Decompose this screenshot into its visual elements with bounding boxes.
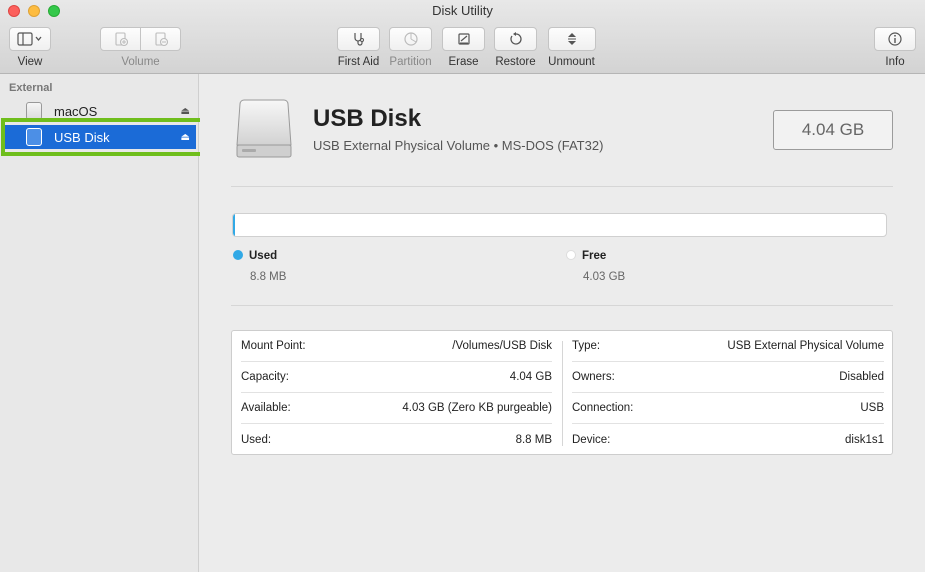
erase-button[interactable] xyxy=(442,27,485,51)
eject-icon[interactable]: ⏏ xyxy=(181,106,190,117)
info-value: USB External Physical Volume xyxy=(727,340,884,352)
sidebar-toggle-icon xyxy=(17,32,42,46)
restore-group: Restore xyxy=(494,27,537,68)
erase-icon xyxy=(457,33,470,45)
info-button[interactable] xyxy=(874,27,916,51)
first-aid-button[interactable] xyxy=(337,27,380,51)
info-column-left: Mount Point: /Volumes/USB Disk Capacity:… xyxy=(241,331,552,455)
stethoscope-icon xyxy=(353,33,364,46)
info-row-used: Used: 8.8 MB xyxy=(241,424,552,455)
info-value: 4.03 GB (Zero KB purgeable) xyxy=(402,402,552,414)
unmount-label: Unmount xyxy=(548,56,595,68)
info-label: Mount Point: xyxy=(241,340,306,352)
used-dot-icon xyxy=(233,250,243,260)
info-row-mount-point: Mount Point: /Volumes/USB Disk xyxy=(241,331,552,362)
info-label: Available: xyxy=(241,402,291,414)
usb-disk-icon xyxy=(236,99,292,158)
info-label: Info xyxy=(885,56,905,68)
disk-info-table: Mount Point: /Volumes/USB Disk Capacity:… xyxy=(231,330,893,455)
remove-volume-icon xyxy=(154,32,168,47)
column-separator xyxy=(562,341,563,446)
view-label: View xyxy=(17,56,43,68)
info-row-connection: Connection: USB xyxy=(572,393,884,424)
info-icon xyxy=(888,32,902,46)
external-drive-icon xyxy=(26,102,42,120)
erase-label: Erase xyxy=(448,56,479,68)
main-panel: USB Disk USB External Physical Volume • … xyxy=(200,74,925,572)
used-legend-label: Used xyxy=(249,250,278,262)
info-row-available: Available: 4.03 GB (Zero KB purgeable) xyxy=(241,393,552,424)
unmount-button[interactable] xyxy=(547,27,596,51)
info-value: /Volumes/USB Disk xyxy=(452,340,552,352)
info-label: Capacity: xyxy=(241,371,289,383)
restore-icon xyxy=(509,32,522,45)
info-label: Connection: xyxy=(572,402,634,414)
used-legend: Used 8.8 MB xyxy=(233,248,286,283)
pie-chart-icon xyxy=(403,32,418,46)
sidebar-item-label: USB Disk xyxy=(54,129,110,145)
info-row-device: Device: disk1s1 xyxy=(572,424,884,455)
add-volume-icon xyxy=(114,32,128,47)
partition-button[interactable] xyxy=(389,27,432,51)
info-row-capacity: Capacity: 4.04 GB xyxy=(241,362,552,393)
info-value: Disabled xyxy=(839,371,884,383)
title-bar: Disk Utility View Volume First Aid Parti… xyxy=(0,0,925,74)
sidebar-item-usb-disk[interactable]: USB Disk ⏏ xyxy=(4,125,196,149)
info-label: Used: xyxy=(241,433,272,446)
info-value: USB xyxy=(860,402,884,414)
usage-bar xyxy=(232,213,887,237)
window-title: Disk Utility xyxy=(432,3,493,18)
usage-bar-used-fill xyxy=(233,214,236,236)
free-legend-value: 4.03 GB xyxy=(583,271,626,283)
info-label: Owners: xyxy=(572,371,615,383)
info-label: Device: xyxy=(572,433,611,446)
divider xyxy=(231,186,893,187)
first-aid-group: First Aid xyxy=(337,27,380,68)
info-group: Info xyxy=(874,27,916,68)
info-value: 4.04 GB xyxy=(509,371,552,383)
volume-group: Volume xyxy=(100,27,181,68)
info-row-type: Type: USB External Physical Volume xyxy=(572,331,884,362)
first-aid-label: First Aid xyxy=(337,56,380,68)
free-dot-icon xyxy=(566,250,576,260)
used-legend-value: 8.8 MB xyxy=(250,271,287,283)
disk-capacity-badge: 4.04 GB xyxy=(773,110,893,150)
add-volume-button[interactable] xyxy=(100,27,141,51)
restore-button[interactable] xyxy=(494,27,537,51)
volume-label: Volume xyxy=(121,56,160,68)
sidebar-item-macos[interactable]: macOS ⏏ xyxy=(4,99,196,123)
info-label: Type: xyxy=(572,340,601,352)
partition-label: Partition xyxy=(389,56,432,68)
info-column-right: Type: USB External Physical Volume Owner… xyxy=(572,331,884,455)
unmount-icon xyxy=(567,33,576,45)
free-legend: Free 4.03 GB xyxy=(566,248,625,283)
view-button[interactable] xyxy=(9,27,51,51)
eject-icon[interactable]: ⏏ xyxy=(181,132,190,143)
partition-group: Partition xyxy=(389,27,432,68)
sidebar-item-label: macOS xyxy=(54,103,98,119)
disk-subtitle: USB External Physical Volume • MS-DOS (F… xyxy=(313,138,604,153)
info-row-owners: Owners: Disabled xyxy=(572,362,884,393)
restore-label: Restore xyxy=(495,56,536,68)
unmount-group: Unmount xyxy=(546,27,597,68)
external-drive-icon xyxy=(26,128,42,146)
erase-group: Erase xyxy=(442,27,485,68)
view-group: View xyxy=(9,27,51,68)
info-value: disk1s1 xyxy=(845,433,884,446)
sidebar: External macOS ⏏ USB Disk ⏏ xyxy=(0,74,199,572)
disk-name: USB Disk xyxy=(313,105,422,132)
free-legend-label: Free xyxy=(582,250,607,262)
divider xyxy=(231,305,893,306)
info-value: 8.8 MB xyxy=(515,433,552,446)
sidebar-section-external: External xyxy=(9,82,53,94)
remove-volume-button[interactable] xyxy=(141,27,181,51)
